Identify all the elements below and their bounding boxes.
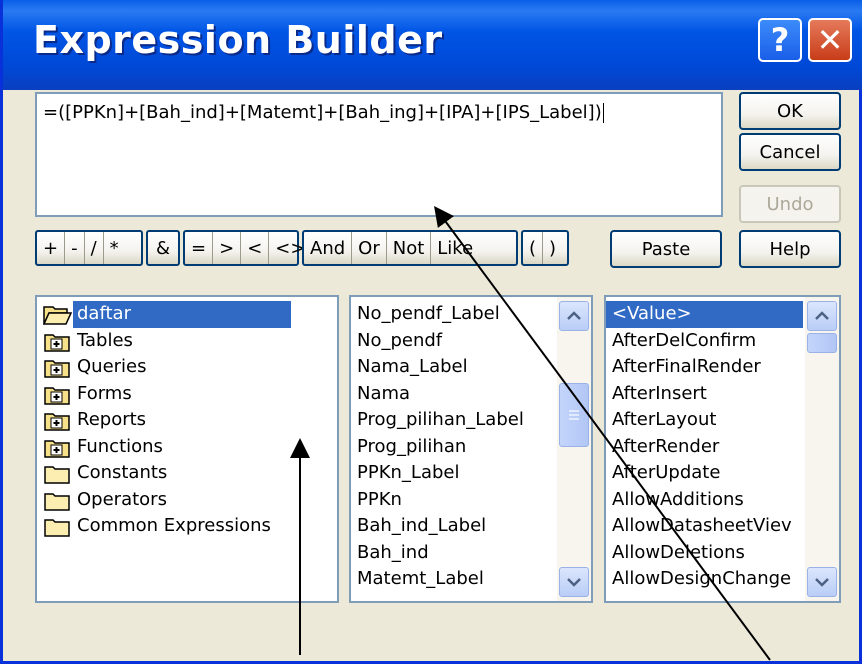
arrow-to-expression-box <box>434 205 771 661</box>
annotation-arrows <box>290 205 771 661</box>
